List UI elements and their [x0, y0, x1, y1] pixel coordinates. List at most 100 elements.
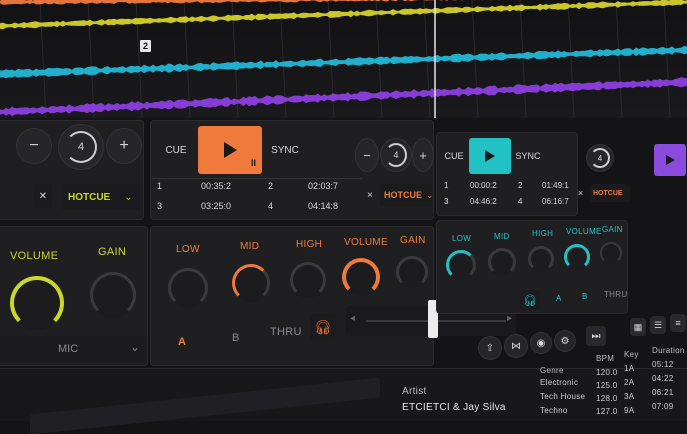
hotcue-dropdown-right[interactable]: HOTCUE [590, 184, 630, 202]
eq-mid-knob[interactable] [232, 264, 270, 302]
play-pause-button-right[interactable] [469, 138, 511, 174]
hotcue-num[interactable]: 1 [444, 181, 448, 190]
loop-minus-button[interactable]: − [16, 128, 52, 164]
gain-knob-left[interactable] [90, 272, 136, 318]
bpm-cell[interactable]: 125.0 [596, 381, 618, 390]
genre-cell[interactable]: Tech House [540, 392, 585, 401]
headphones-cue-button-right[interactable]: 🎧︎ [520, 290, 540, 310]
genre-column-header[interactable]: Genre [540, 366, 564, 375]
play-pause-button[interactable]: II [198, 126, 262, 174]
waveform-yellow [0, 0, 687, 30]
hotcue-dropdown-main[interactable]: HOTCUE ⌄ [380, 184, 434, 206]
link-icon[interactable]: ⋈ [504, 334, 528, 358]
bpm-column-header[interactable]: BPM [596, 354, 614, 363]
hotcue-num[interactable]: 4 [518, 197, 522, 206]
menu-icon[interactable]: ≡ [670, 314, 686, 332]
hotcue-time[interactable]: 03:25:0 [201, 201, 231, 211]
gain-label-left: GAIN [98, 246, 127, 258]
duration-cell[interactable]: 05:12 [652, 360, 674, 369]
grid-view-icon[interactable]: ▦ [630, 318, 646, 336]
sync-button-right[interactable]: SYNC [514, 140, 542, 172]
pause-icon: II [250, 158, 256, 168]
loop-size-button[interactable]: 4 [58, 124, 104, 170]
eq-high-knob-right[interactable] [528, 246, 554, 272]
hotcue-dropdown-left[interactable]: HOTCUE ⌄ [62, 184, 140, 210]
hotcue-num[interactable]: 2 [518, 181, 522, 190]
volume-knob-main[interactable] [342, 258, 380, 296]
gain-knob-main[interactable] [396, 256, 428, 288]
key-cell[interactable]: 3A [624, 392, 634, 401]
crossfader-a-button-right[interactable]: A [556, 294, 562, 303]
loop-icon [385, 143, 407, 167]
mic-selector[interactable]: MIC ⌄ [0, 336, 146, 362]
duration-cell[interactable]: 07:09 [652, 402, 674, 411]
close-icon[interactable]: × [367, 190, 373, 201]
eq-high-label: HIGH [532, 229, 554, 238]
hotcue-num[interactable]: 3 [157, 201, 162, 211]
eq-low-knob[interactable] [168, 268, 208, 308]
hotcue-time[interactable]: 04:46:2 [470, 197, 497, 206]
artist-cell[interactable]: ETCIETCI & Jay Silva [402, 402, 506, 413]
hotcue-num[interactable]: 3 [444, 197, 448, 206]
eq-high-knob[interactable] [290, 262, 326, 298]
cue-button-right[interactable]: CUE [442, 140, 466, 172]
hotcue-toggle-left[interactable]: ✕ [34, 184, 52, 208]
thru-button-right[interactable]: THRU [604, 290, 627, 299]
close-icon[interactable]: × [578, 188, 583, 198]
duration-column-header[interactable]: Duration [652, 346, 685, 355]
hotcue-time[interactable]: 01:49:1 [542, 181, 569, 190]
record-icon[interactable]: ◉ [530, 332, 552, 354]
bpm-cell[interactable]: 127.0 [596, 407, 618, 416]
crossfader-b-button[interactable]: B [232, 332, 240, 344]
bpm-cell[interactable]: 128.0 [596, 394, 618, 403]
sync-button[interactable]: SYNC [266, 130, 304, 170]
waveform-lanes [0, 0, 687, 118]
volume-knob-left[interactable] [10, 276, 64, 330]
right-arrow-icon[interactable]: ▸ [507, 313, 512, 324]
genre-cell[interactable]: Electronic [540, 378, 578, 387]
hotcue-time[interactable]: 00:00:2 [470, 181, 497, 190]
settings-icon[interactable]: ⚙ [554, 330, 576, 352]
list-view-icon[interactable]: ☰ [650, 316, 666, 334]
thru-button[interactable]: THRU [270, 326, 302, 338]
eq-low-label: LOW [452, 234, 472, 243]
hotcue-num[interactable]: 4 [268, 201, 273, 211]
waveform-purple [0, 77, 687, 117]
hotcue-time[interactable]: 02:03:7 [308, 181, 338, 191]
hotcue-time[interactable]: 04:14:8 [308, 201, 338, 211]
eq-high-label: HIGH [296, 239, 323, 250]
left-arrow-icon[interactable]: ◂ [350, 313, 355, 324]
loop-size-button[interactable]: 4 [380, 138, 412, 172]
key-cell[interactable]: 2A [624, 378, 634, 387]
loop-size-button-right[interactable]: 4 [586, 144, 614, 172]
eq-low-knob-right[interactable] [446, 250, 476, 280]
cue-button[interactable]: CUE [158, 130, 194, 170]
crossfader-b-button-right[interactable]: B [582, 292, 588, 301]
play-pause-button-far[interactable] [654, 144, 686, 176]
hotcue-num[interactable]: 1 [157, 181, 162, 191]
key-cell[interactable]: 9A [624, 406, 634, 415]
loop-minus-button[interactable]: − [355, 138, 379, 172]
gain-knob-right[interactable] [600, 242, 622, 264]
crossfader-a-button[interactable]: A [178, 336, 186, 348]
loop-plus-button[interactable]: + [106, 128, 142, 164]
hotcue-time[interactable]: 06:16:7 [542, 197, 569, 206]
hotcue-time[interactable]: 00:35:2 [201, 181, 231, 191]
genre-cell[interactable]: Techno [540, 406, 568, 415]
headphones-cue-button[interactable]: 🎧︎ [310, 314, 336, 340]
loop-plus-button[interactable]: + [412, 138, 434, 172]
volume-knob-right[interactable] [564, 244, 590, 270]
key-cell[interactable]: 1A [624, 364, 634, 373]
artist-column-header[interactable]: Artist [402, 386, 427, 397]
waveform-display[interactable]: 2 [0, 0, 687, 118]
cue-marker[interactable]: 2 [140, 40, 151, 52]
hotcue-num[interactable]: 2 [268, 181, 273, 191]
eq-mid-knob-right[interactable] [488, 248, 516, 276]
key-column-header[interactable]: Key [624, 350, 639, 359]
skip-icon[interactable]: ⏭ [586, 326, 606, 346]
share-icon[interactable]: ⇧ [478, 336, 502, 360]
chevron-down-icon: ⌄ [124, 191, 133, 203]
duration-cell[interactable]: 04:22 [652, 374, 674, 383]
duration-cell[interactable]: 06:21 [652, 388, 674, 397]
bpm-cell[interactable]: 120.0 [596, 368, 618, 377]
